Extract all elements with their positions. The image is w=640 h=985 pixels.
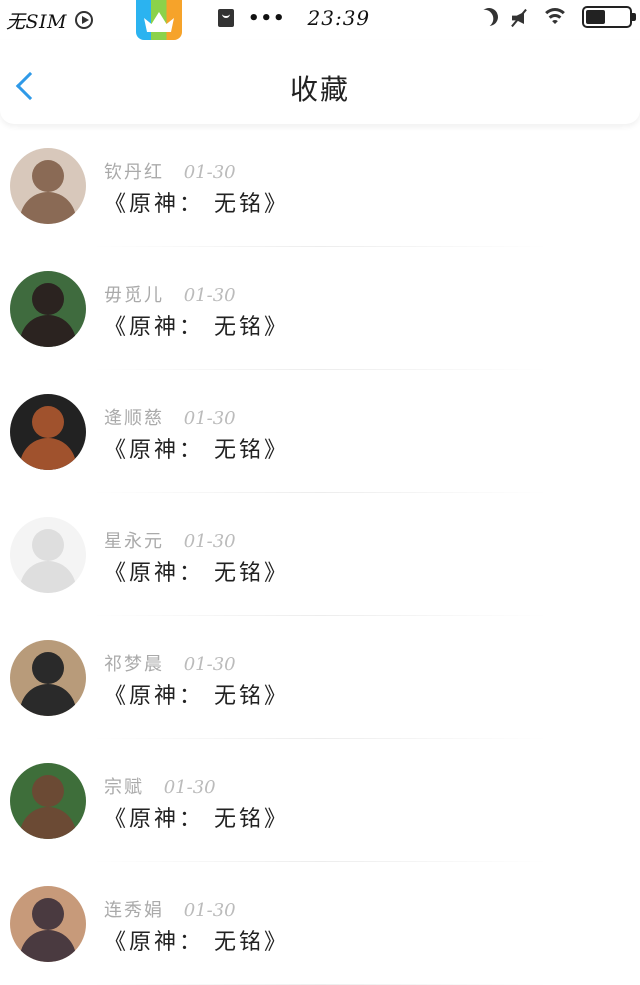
status-left: 无SIM bbox=[6, 7, 93, 34]
avatar-head bbox=[32, 898, 64, 930]
avatar[interactable] bbox=[10, 763, 86, 839]
mute-icon bbox=[510, 8, 528, 26]
item-meta: 毋觅儿 01-30 bbox=[104, 281, 236, 307]
item-meta: 祁梦晨 01-30 bbox=[104, 650, 236, 676]
list-item[interactable]: 逄顺慈 01-30 《原神： 无铭》 bbox=[0, 370, 640, 493]
page-title: 收藏 bbox=[289, 73, 350, 106]
user-name[interactable]: 毋觅儿 bbox=[104, 285, 164, 306]
status-bar: 无SIM ••• 23:39 bbox=[0, 0, 640, 40]
item-content[interactable]: 《原神： 无铭》 bbox=[104, 186, 289, 218]
item-date: 01-30 bbox=[163, 777, 216, 798]
item-meta: 星永元 01-30 bbox=[104, 527, 236, 553]
item-meta: 连秀娟 01-30 bbox=[104, 896, 236, 922]
item-content[interactable]: 《原神： 无铭》 bbox=[104, 924, 289, 956]
item-content[interactable]: 《原神： 无铭》 bbox=[104, 555, 289, 587]
item-date: 01-30 bbox=[183, 162, 236, 183]
item-content[interactable]: 《原神： 无铭》 bbox=[104, 432, 289, 464]
user-name[interactable]: 宗赋 bbox=[104, 777, 144, 798]
moon-icon bbox=[477, 5, 500, 28]
avatar-body bbox=[20, 684, 76, 716]
avatar[interactable] bbox=[10, 517, 86, 593]
nav-bar: 收藏 bbox=[0, 40, 640, 124]
more-dots-icon: ••• bbox=[248, 7, 286, 29]
status-middle: ••• 23:39 bbox=[218, 6, 370, 30]
avatar-body bbox=[20, 561, 76, 593]
carrier-label: 无SIM bbox=[6, 10, 67, 33]
avatar[interactable] bbox=[10, 640, 86, 716]
list-item[interactable]: 宗赋 01-30 《原神： 无铭》 bbox=[0, 739, 640, 862]
avatar[interactable] bbox=[10, 271, 86, 347]
status-right bbox=[477, 5, 636, 28]
avatar-body bbox=[20, 192, 76, 224]
item-date: 01-30 bbox=[183, 408, 236, 429]
item-date: 01-30 bbox=[183, 900, 236, 921]
item-meta: 钦丹红 01-30 bbox=[104, 158, 236, 184]
avatar-head bbox=[32, 775, 64, 807]
user-name[interactable]: 钦丹红 bbox=[104, 162, 164, 183]
list-item[interactable]: 毋觅儿 01-30 《原神： 无铭》 bbox=[0, 247, 640, 370]
avatar[interactable] bbox=[10, 394, 86, 470]
battery-icon bbox=[582, 6, 636, 28]
avatar-body bbox=[20, 315, 76, 347]
avatar-body bbox=[20, 438, 76, 470]
avatar-body bbox=[20, 930, 76, 962]
avatar[interactable] bbox=[10, 886, 86, 962]
item-content[interactable]: 《原神： 无铭》 bbox=[104, 801, 289, 833]
list-item[interactable]: 钦丹红 01-30 《原神： 无铭》 bbox=[0, 124, 640, 247]
avatar-head bbox=[32, 406, 64, 438]
list-item[interactable]: 连秀娟 01-30 《原神： 无铭》 bbox=[0, 862, 640, 985]
bag-icon bbox=[218, 9, 234, 27]
avatar-head bbox=[32, 283, 64, 315]
battery-level bbox=[586, 10, 605, 24]
avatar-head bbox=[32, 529, 64, 561]
status-time: 23:39 bbox=[307, 6, 371, 30]
avatar-head bbox=[32, 652, 64, 684]
item-date: 01-30 bbox=[183, 654, 236, 675]
avatar-head bbox=[32, 160, 64, 192]
wifi-icon bbox=[540, 6, 570, 28]
avatar-body bbox=[20, 807, 76, 839]
item-content[interactable]: 《原神： 无铭》 bbox=[104, 309, 289, 341]
item-content[interactable]: 《原神： 无铭》 bbox=[104, 678, 289, 710]
list-item[interactable]: 祁梦晨 01-30 《原神： 无铭》 bbox=[0, 616, 640, 739]
user-name[interactable]: 祁梦晨 bbox=[104, 654, 164, 675]
item-date: 01-30 bbox=[183, 285, 236, 306]
user-name[interactable]: 逄顺慈 bbox=[104, 408, 164, 429]
avatar[interactable] bbox=[10, 148, 86, 224]
favorites-list: 钦丹红 01-30 《原神： 无铭》 毋觅儿 01-30 《原神： 无铭》 逄顺… bbox=[0, 124, 640, 985]
app-store-icon bbox=[136, 0, 182, 40]
item-date: 01-30 bbox=[183, 531, 236, 552]
item-meta: 逄顺慈 01-30 bbox=[104, 404, 236, 430]
user-name[interactable]: 连秀娟 bbox=[104, 900, 164, 921]
play-circle-icon bbox=[74, 11, 93, 29]
item-meta: 宗赋 01-30 bbox=[104, 773, 216, 799]
list-item[interactable]: 星永元 01-30 《原神： 无铭》 bbox=[0, 493, 640, 616]
user-name[interactable]: 星永元 bbox=[104, 531, 164, 552]
